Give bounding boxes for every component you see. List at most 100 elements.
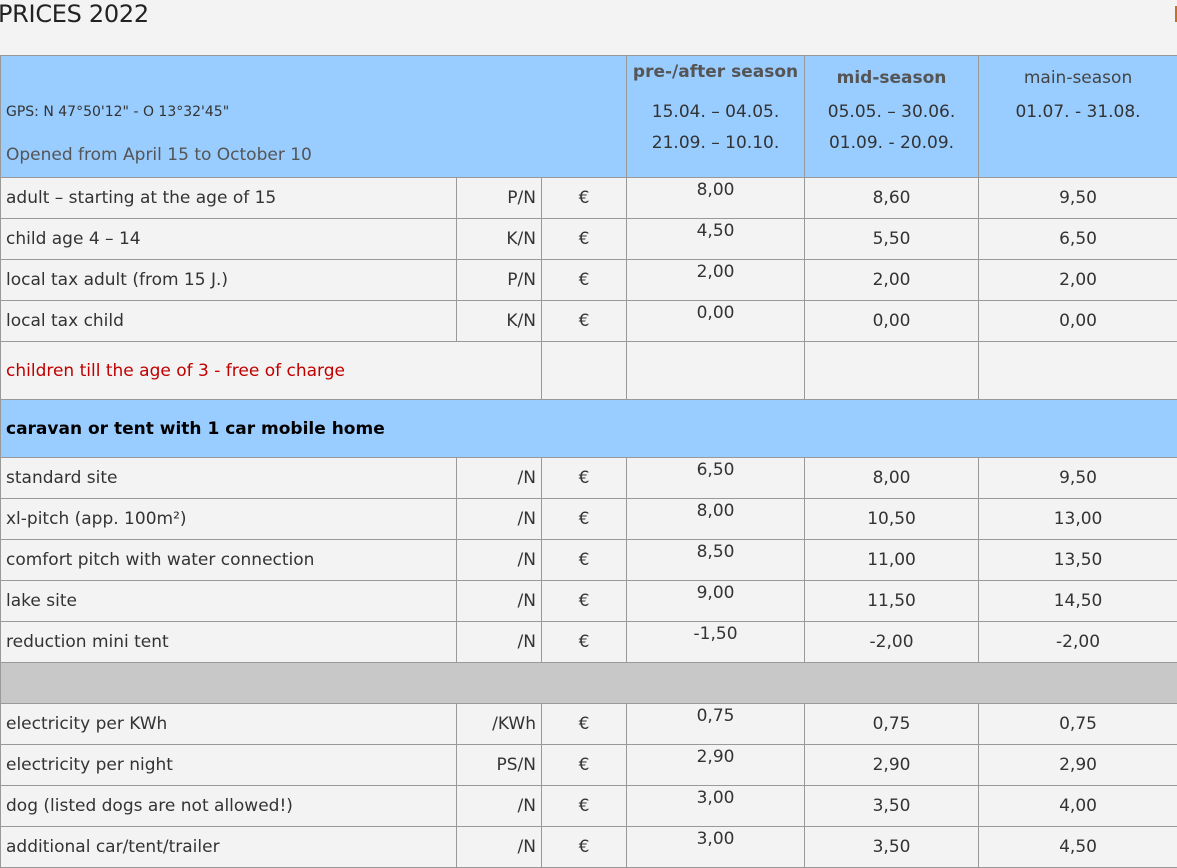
price-mid-season: 0,75 [805,704,979,745]
item-currency: € [542,458,627,499]
empty-cell [542,342,627,400]
price-mid-season: 2,00 [805,260,979,301]
price-pre-season: 3,00 [627,786,805,827]
price-pre-season: 2,00 [627,260,805,301]
price-mid-season: 3,50 [805,827,979,868]
season-dates: 01.09. - 20.09. [805,133,978,153]
section-header-row: caravan or tent with 1 car mobile home [1,400,1177,458]
item-label: comfort pitch with water connection [1,540,457,581]
item-unit: /N [457,827,542,868]
price-main-season: 9,50 [979,458,1177,499]
item-label: additional car/tent/trailer [1,827,457,868]
free-of-charge-note: children till the age of 3 - free of cha… [1,342,542,400]
price-mid-season: -2,00 [805,622,979,663]
season-dates: 21.09. – 10.10. [627,133,804,153]
season-dates: 15.04. – 04.05. [627,102,804,122]
item-currency: € [542,178,627,219]
item-currency: € [542,540,627,581]
item-unit: P/N [457,178,542,219]
table-row: dog (listed dogs are not allowed!) /N € … [1,786,1177,827]
item-currency: € [542,260,627,301]
price-pre-season: 4,50 [627,219,805,260]
table-row: comfort pitch with water connection /N €… [1,540,1177,581]
season-dates: 01.07. - 31.08. [979,102,1177,122]
item-currency: € [542,301,627,342]
item-unit: /KWh [457,704,542,745]
season-pre-after: pre-/after season 15.04. – 04.05. 21.09.… [627,56,805,178]
empty-cell [805,342,979,400]
price-main-season: 13,50 [979,540,1177,581]
price-mid-season: 5,50 [805,219,979,260]
table-row: standard site /N € 6,50 8,00 9,50 [1,458,1177,499]
item-unit: K/N [457,301,542,342]
price-main-season: 4,00 [979,786,1177,827]
empty-cell [627,342,805,400]
table-row: local tax child K/N € 0,00 0,00 0,00 [1,301,1177,342]
season-dates: 05.05. – 30.06. [805,102,978,122]
table-row: local tax adult (from 15 J.) P/N € 2,00 … [1,260,1177,301]
table-row: reduction mini tent /N € -1,50 -2,00 -2,… [1,622,1177,663]
item-unit: /N [457,540,542,581]
price-main-season: 0,00 [979,301,1177,342]
opening-period: Opened from April 15 to October 10 [6,145,312,165]
gps-coordinates: GPS: N 47°50'12" - O 13°32'45" [6,104,229,120]
table-row: electricity per KWh /KWh € 0,75 0,75 0,7… [1,704,1177,745]
price-main-season: 6,50 [979,219,1177,260]
item-currency: € [542,786,627,827]
item-label: xl-pitch (app. 100m²) [1,499,457,540]
price-pre-season: -1,50 [627,622,805,663]
price-pre-season: 6,50 [627,458,805,499]
item-currency: € [542,499,627,540]
campsite-info-cell: GPS: N 47°50'12" - O 13°32'45" Opened fr… [1,56,627,178]
item-label: standard site [1,458,457,499]
item-unit: /N [457,786,542,827]
item-label: lake site [1,581,457,622]
table-row: lake site /N € 9,00 11,50 14,50 [1,581,1177,622]
price-main-season: 4,50 [979,827,1177,868]
price-main-season: 13,00 [979,499,1177,540]
table-row: electricity per night PS/N € 2,90 2,90 2… [1,745,1177,786]
item-label: electricity per KWh [1,704,457,745]
price-mid-season: 8,60 [805,178,979,219]
item-currency: € [542,622,627,663]
item-label: local tax adult (from 15 J.) [1,260,457,301]
season-name: mid-season [805,68,978,88]
item-label: child age 4 – 14 [1,219,457,260]
season-name: pre-/after season [627,62,804,82]
price-table: GPS: N 47°50'12" - O 13°32'45" Opened fr… [0,55,1177,868]
separator-row [1,663,1177,704]
price-pre-season: 2,90 [627,745,805,786]
item-unit: K/N [457,219,542,260]
price-pre-season: 0,75 [627,704,805,745]
free-note-row: children till the age of 3 - free of cha… [1,342,1177,400]
price-mid-season: 10,50 [805,499,979,540]
price-pre-season: 8,50 [627,540,805,581]
section-title: caravan or tent with 1 car mobile home [1,400,1177,458]
item-unit: /N [457,622,542,663]
table-row: adult – starting at the age of 15 P/N € … [1,178,1177,219]
price-mid-season: 11,50 [805,581,979,622]
item-unit: /N [457,499,542,540]
price-main-season: 14,50 [979,581,1177,622]
item-currency: € [542,704,627,745]
item-unit: P/N [457,260,542,301]
season-mid: mid-season 05.05. – 30.06. 01.09. - 20.0… [805,56,979,178]
price-main-season: -2,00 [979,622,1177,663]
item-unit: /N [457,458,542,499]
item-label: dog (listed dogs are not allowed!) [1,786,457,827]
item-label: adult – starting at the age of 15 [1,178,457,219]
item-currency: € [542,219,627,260]
item-label: electricity per night [1,745,457,786]
table-header-row: GPS: N 47°50'12" - O 13°32'45" Opened fr… [1,56,1177,178]
item-currency: € [542,745,627,786]
price-mid-season: 2,90 [805,745,979,786]
item-unit: /N [457,581,542,622]
price-main-season: 0,75 [979,704,1177,745]
price-pre-season: 3,00 [627,827,805,868]
price-pre-season: 0,00 [627,301,805,342]
price-pre-season: 9,00 [627,581,805,622]
page-title: PRICES 2022 [0,0,149,28]
price-mid-season: 11,00 [805,540,979,581]
item-label: reduction mini tent [1,622,457,663]
table-row: child age 4 – 14 K/N € 4,50 5,50 6,50 [1,219,1177,260]
